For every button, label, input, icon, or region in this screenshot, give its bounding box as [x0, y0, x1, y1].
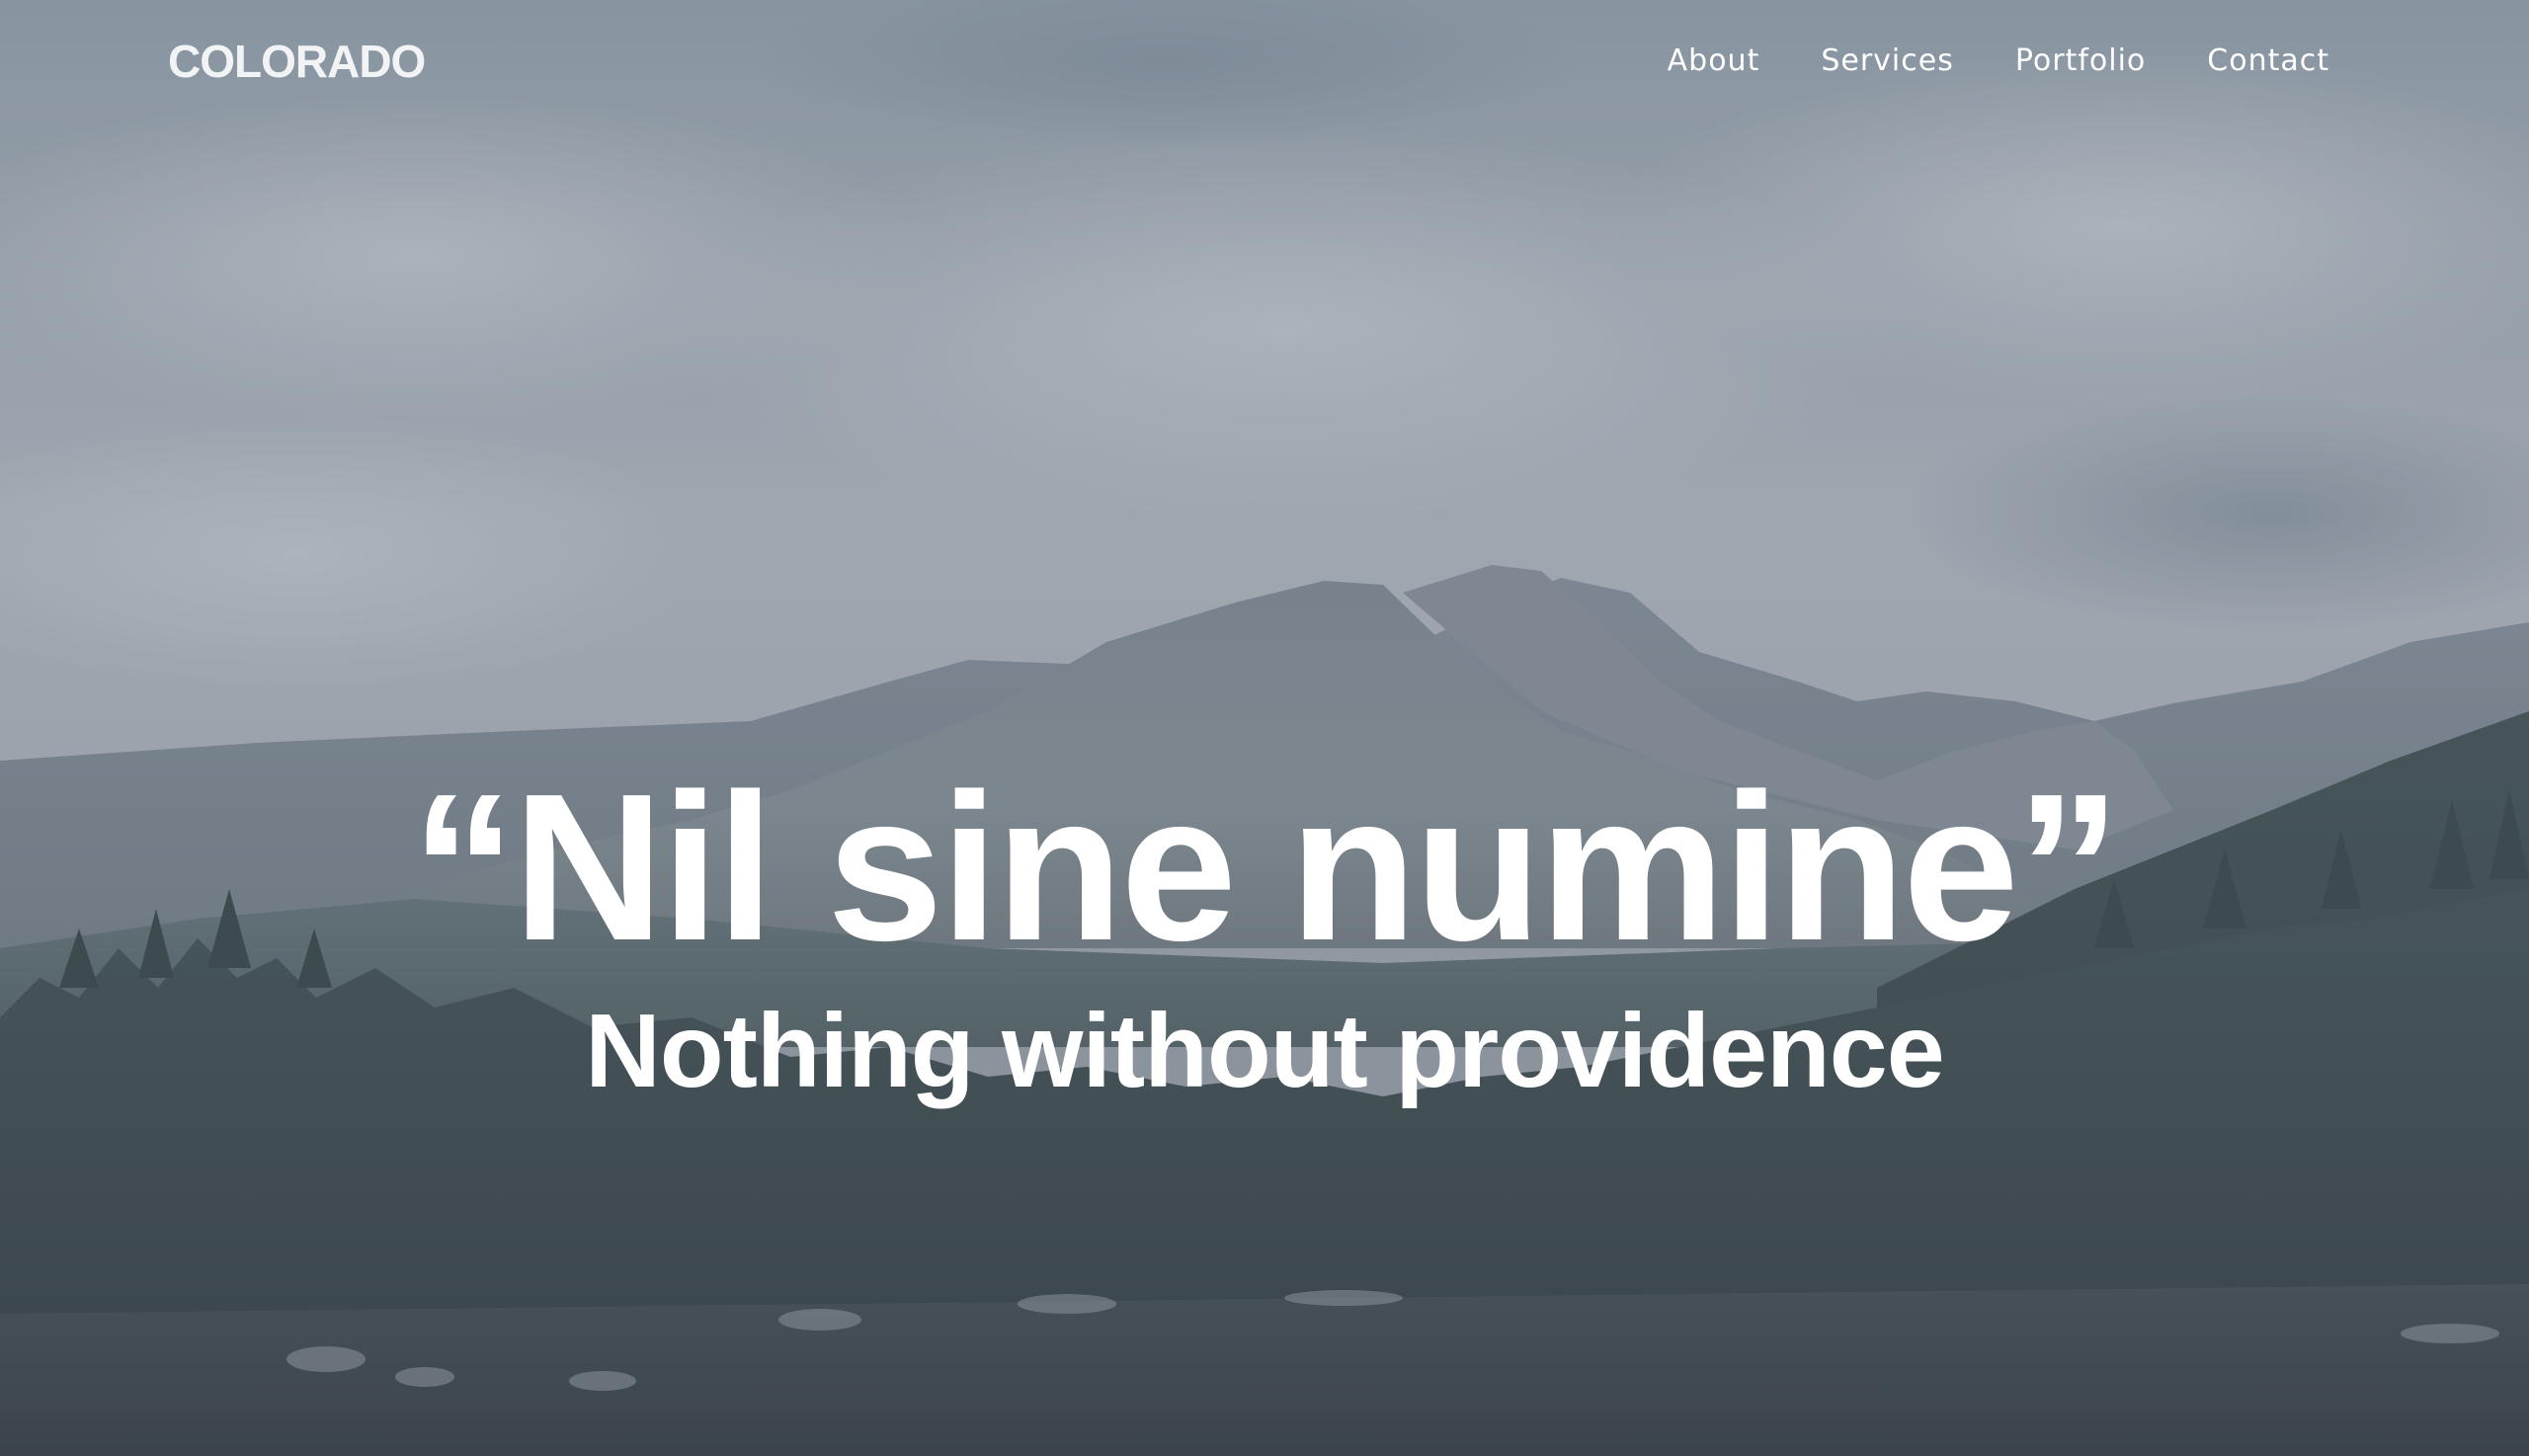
hero-section: COLORADO About Services Portfolio Contac…	[0, 0, 2529, 1456]
nav-links: About Services Portfolio Contact	[1668, 34, 2329, 89]
nav-link-portfolio[interactable]: Portfolio	[2015, 34, 2146, 89]
mountain-lake-background	[0, 0, 2529, 1456]
hero-translation: Nothing without providence	[585, 993, 1944, 1109]
nav-link-services[interactable]: Services	[1821, 34, 1954, 89]
site-logo[interactable]: COLORADO	[168, 34, 426, 89]
hero-quote: “Nil sine numine”	[411, 750, 2121, 984]
hero-text: “Nil sine numine” Nothing without provid…	[0, 751, 2529, 1110]
nav-link-contact[interactable]: Contact	[2207, 34, 2329, 89]
top-navigation: COLORADO About Services Portfolio Contac…	[0, 0, 2529, 123]
nav-link-about[interactable]: About	[1668, 34, 1760, 89]
